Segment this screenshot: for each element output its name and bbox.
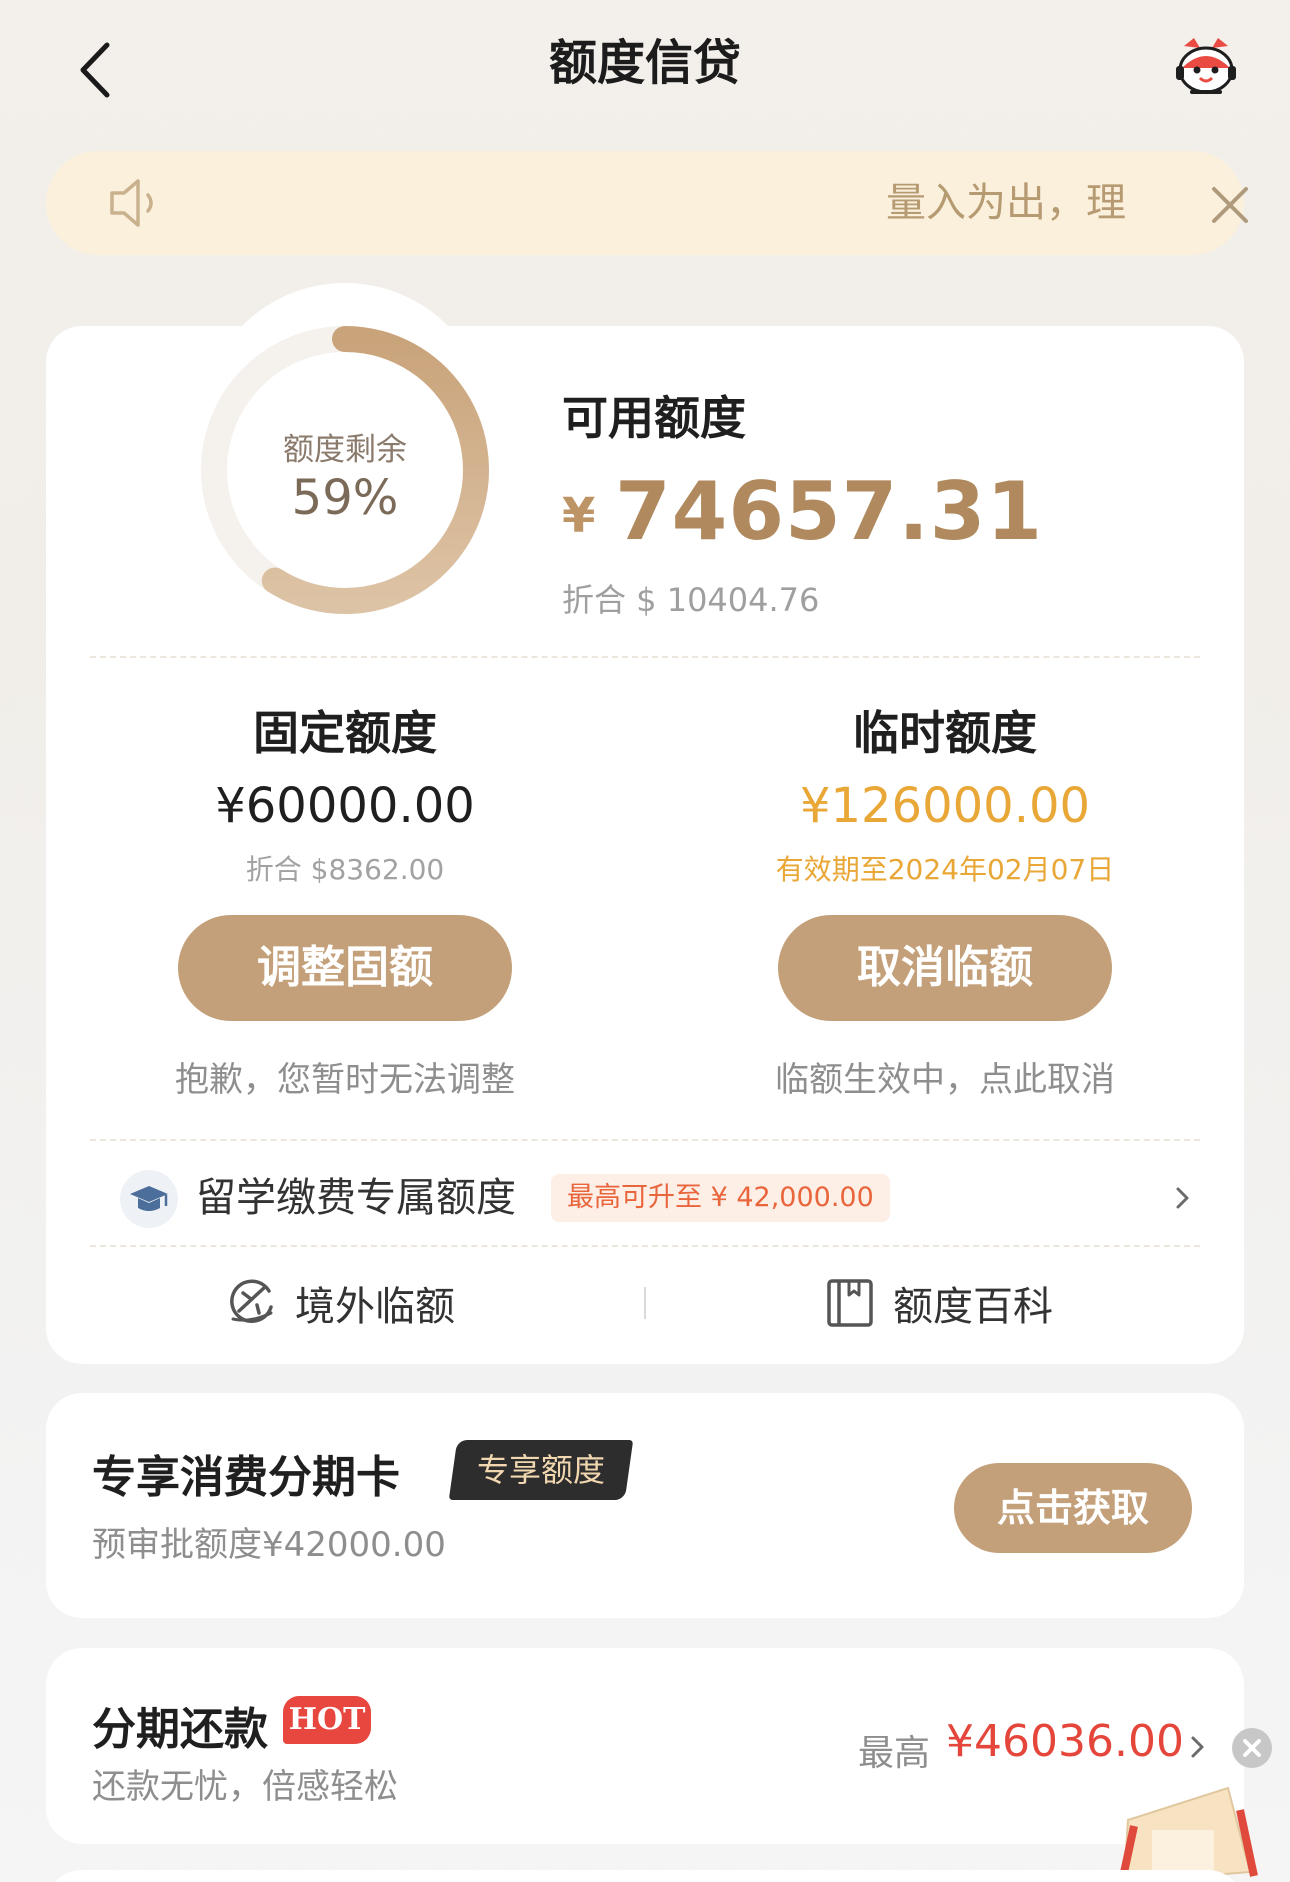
available-credit-converted: 折合 $ 10404.76 <box>562 581 820 619</box>
overseas-temp-credit-label: 境外临额 <box>295 1284 455 1330</box>
ring-percent: 59% <box>291 470 399 526</box>
get-card-button[interactable]: 点击获取 <box>954 1463 1192 1553</box>
notice-text: 量入为出，理 <box>886 180 1126 226</box>
study-abroad-label: 留学缴费专属额度 <box>196 1175 516 1221</box>
mascot-service-icon[interactable] <box>1170 32 1242 104</box>
overseas-temp-credit-link[interactable]: 境外临额 <box>225 1273 455 1333</box>
divider <box>90 1245 1200 1247</box>
available-credit-amount: 74657.31 <box>615 465 1044 558</box>
temp-credit-title: 临时额度 <box>853 706 1037 760</box>
temp-credit-amount: ¥126000.00 <box>799 778 1091 834</box>
exclusive-credit-tag-label: 专享额度 <box>476 1451 605 1489</box>
fixed-credit-amount: ¥60000.00 <box>215 778 475 834</box>
notice-bar[interactable]: 量入为出，理 <box>46 151 1248 255</box>
max-amount: ¥46036.00 <box>946 1716 1184 1767</box>
currency-symbol: ¥ <box>562 488 596 544</box>
max-label: 最高 <box>858 1733 931 1774</box>
available-credit-title: 可用额度 <box>562 391 746 445</box>
next-card-panel <box>46 1870 1244 1882</box>
hot-badge: HOT <box>283 1696 371 1744</box>
promo-sticker-icon[interactable] <box>1108 1780 1258 1882</box>
chevron-right-icon[interactable] <box>1185 1735 1209 1759</box>
close-icon[interactable] <box>1206 181 1254 229</box>
temp-credit-validity: 有效期至2024年02月07日 <box>775 853 1115 886</box>
installment-card-title: 专享消费分期卡 <box>92 1452 400 1503</box>
page-title: 额度信贷 <box>548 35 741 91</box>
ring-label: 额度剩余 <box>283 432 407 468</box>
fixed-credit-title: 固定额度 <box>253 706 437 760</box>
installment-repay-title: 分期还款 <box>92 1704 268 1755</box>
speaker-icon <box>106 175 166 231</box>
study-abroad-badge: 最高可升至 ¥ 42,000.00 <box>551 1174 890 1222</box>
credit-wiki-label: 额度百科 <box>893 1284 1053 1330</box>
divider <box>90 656 1200 658</box>
installment-repay-subtitle: 还款无忧，倍感轻松 <box>92 1767 398 1807</box>
credit-wiki-link[interactable]: 额度百科 <box>825 1273 1053 1333</box>
exclusive-credit-tag: 专享额度 <box>448 1440 634 1500</box>
book-icon <box>827 1279 873 1327</box>
graduation-cap-icon <box>120 1170 178 1228</box>
adjust-fixed-button[interactable]: 调整固额 <box>178 915 512 1021</box>
fixed-credit-note: 抱歉，您暂时无法调整 <box>175 1060 515 1100</box>
divider <box>90 1139 1200 1141</box>
plane-orbit-icon <box>230 1279 273 1324</box>
temp-credit-note[interactable]: 临额生效中，点此取消 <box>695 1052 1195 1101</box>
study-abroad-credit-row[interactable]: 留学缴费专属额度 最高可升至 ¥ 42,000.00 <box>90 1162 1200 1234</box>
top-bar: 额度信贷 <box>0 0 1290 140</box>
close-promo-icon[interactable] <box>1232 1728 1272 1768</box>
divider <box>644 1287 646 1319</box>
fixed-credit-converted: 折合 $8362.00 <box>245 853 445 886</box>
installment-card-subtitle: 预审批额度¥42000.00 <box>92 1525 446 1565</box>
cancel-temp-button[interactable]: 取消临额 <box>778 915 1112 1021</box>
chevron-right-icon <box>1170 1186 1194 1210</box>
